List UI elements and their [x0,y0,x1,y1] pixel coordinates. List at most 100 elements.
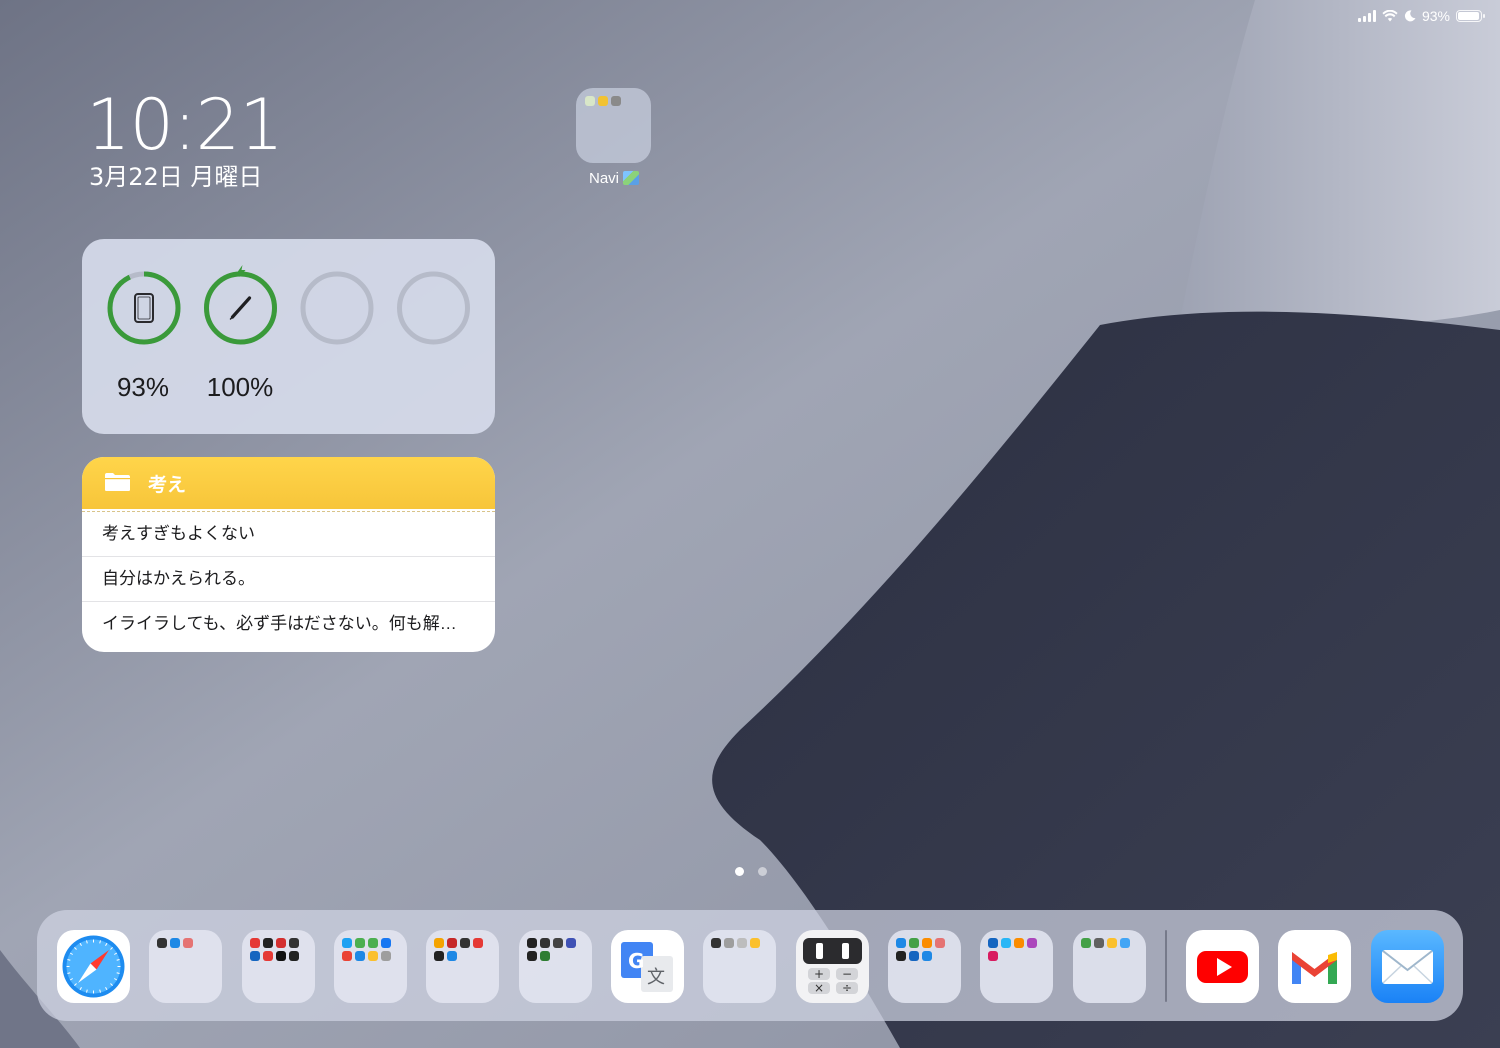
mini-app-icon [381,938,391,948]
mini-app-icon [598,96,608,106]
mini-app-icon [460,938,470,948]
folder-label-text: Navi [588,170,619,187]
mail-icon[interactable] [1371,930,1444,1003]
map-emoji-icon [623,171,639,185]
mini-app-icon [935,938,945,948]
mini-app-icon [355,951,365,961]
battery-icon [1456,10,1485,22]
notes-widget[interactable]: 考え 考えすぎもよくない 自分はかえられる。 イライラしても、必ず手はださない。… [82,457,495,652]
mini-app-icon [1081,938,1091,948]
mini-app-icon [909,938,919,948]
folder-mini-icons [585,96,621,106]
battery-ring-pencil [204,265,277,345]
note-item[interactable]: 自分はかえられる。 [82,557,495,602]
folder-mini-icons [711,938,760,948]
mini-app-icon [183,938,193,948]
mini-app-icon [434,938,444,948]
mini-app-icon [922,938,932,948]
dock-folder-5[interactable] [519,930,592,1003]
folder-mini-icons [250,938,299,961]
safari-icon-graphic [62,935,125,998]
navi-folder-label: Navi [552,170,676,187]
batteries-widget[interactable] [82,239,495,434]
mini-app-icon [473,938,483,948]
mini-app-icon [276,951,286,961]
mini-app-icon [289,951,299,961]
translate-icon-graphic: G文 [621,942,673,992]
battery-ring-ipad [107,271,181,345]
page-dot[interactable] [758,867,767,876]
note-item[interactable]: イライラしても、必ず手はださない。何も解… [82,602,495,646]
mini-app-icon [750,938,760,948]
dock-folder-6[interactable] [703,930,776,1003]
svg-text:×: × [814,981,824,995]
mini-app-icon [368,951,378,961]
battery-percentage: 93% [1421,8,1450,24]
mini-app-icon [737,938,747,948]
moon-icon [1404,10,1416,22]
svg-text:文: 文 [647,967,665,988]
svg-text:÷: ÷ [842,981,852,995]
mini-app-icon [381,951,391,961]
dock-folder-3[interactable] [334,930,407,1003]
dock-folder-4[interactable] [426,930,499,1003]
pencil-battery-label: 100% [206,372,274,402]
youtube-icon[interactable] [1186,930,1259,1003]
mini-app-icon [447,951,457,961]
mini-app-icon [566,938,576,948]
mini-app-icon [1107,938,1117,948]
mini-app-icon [355,938,365,948]
mini-app-icon [342,938,352,948]
dock: G 文 + − × ÷ [37,910,1463,1021]
gmail-icon[interactable] [1278,930,1351,1003]
wifi-icon [1382,10,1398,22]
navi-folder[interactable] [576,88,651,163]
mini-app-icon [434,951,444,961]
mini-app-icon [447,938,457,948]
folder-mini-icons [157,938,206,948]
mini-app-icon [1001,938,1011,948]
folder-mini-icons [527,938,576,961]
translate-icon[interactable]: G文 [611,930,684,1003]
dock-folder-8[interactable] [980,930,1053,1003]
mini-app-icon [724,938,734,948]
dock-folder-1[interactable] [149,930,222,1003]
calculator-icon-graphic: + − × ÷ [803,938,862,995]
folder-icon [105,473,130,491]
calculator-icon[interactable]: + − × ÷ [796,930,869,1003]
svg-text:G: G [628,949,644,973]
battery-level-arc [107,271,181,345]
folder-mini-icons [342,938,391,961]
battery-ring-empty-1 [300,271,374,345]
battery-rings [107,265,470,345]
mini-app-icon [988,938,998,948]
mini-app-icon [1027,938,1037,948]
dock-folder-2[interactable] [242,930,315,1003]
mini-app-icon [896,938,906,948]
safari-icon[interactable] [57,930,130,1003]
dock-folder-9[interactable] [1073,930,1146,1003]
mini-app-icon [289,938,299,948]
gmail-icon-graphic [1292,952,1337,984]
ipad-battery-label: 93% [116,372,170,402]
folder-mini-icons [434,938,483,961]
mini-app-icon [263,951,273,961]
mini-app-icon [909,951,919,961]
mini-app-icon [1014,938,1024,948]
mini-app-icon [922,951,932,961]
folder-mini-icons [896,938,945,961]
mini-app-icon [540,938,550,948]
youtube-icon-graphic [1197,951,1248,983]
page-dot[interactable] [735,867,744,876]
cellular-signal-icon [1357,10,1376,22]
note-item[interactable]: 考えすぎもよくない [82,512,495,557]
dock-folder-7[interactable] [888,930,961,1003]
svg-text:+: + [814,967,824,981]
clock-date: 3月22日 月曜日 [89,163,263,191]
mini-app-icon [170,938,180,948]
status-bar: 93% [1357,6,1485,26]
notes-header: 考え [82,457,495,509]
mini-app-icon [1094,938,1104,948]
folder-mini-icons [1081,938,1130,948]
page-indicator[interactable] [735,867,767,876]
